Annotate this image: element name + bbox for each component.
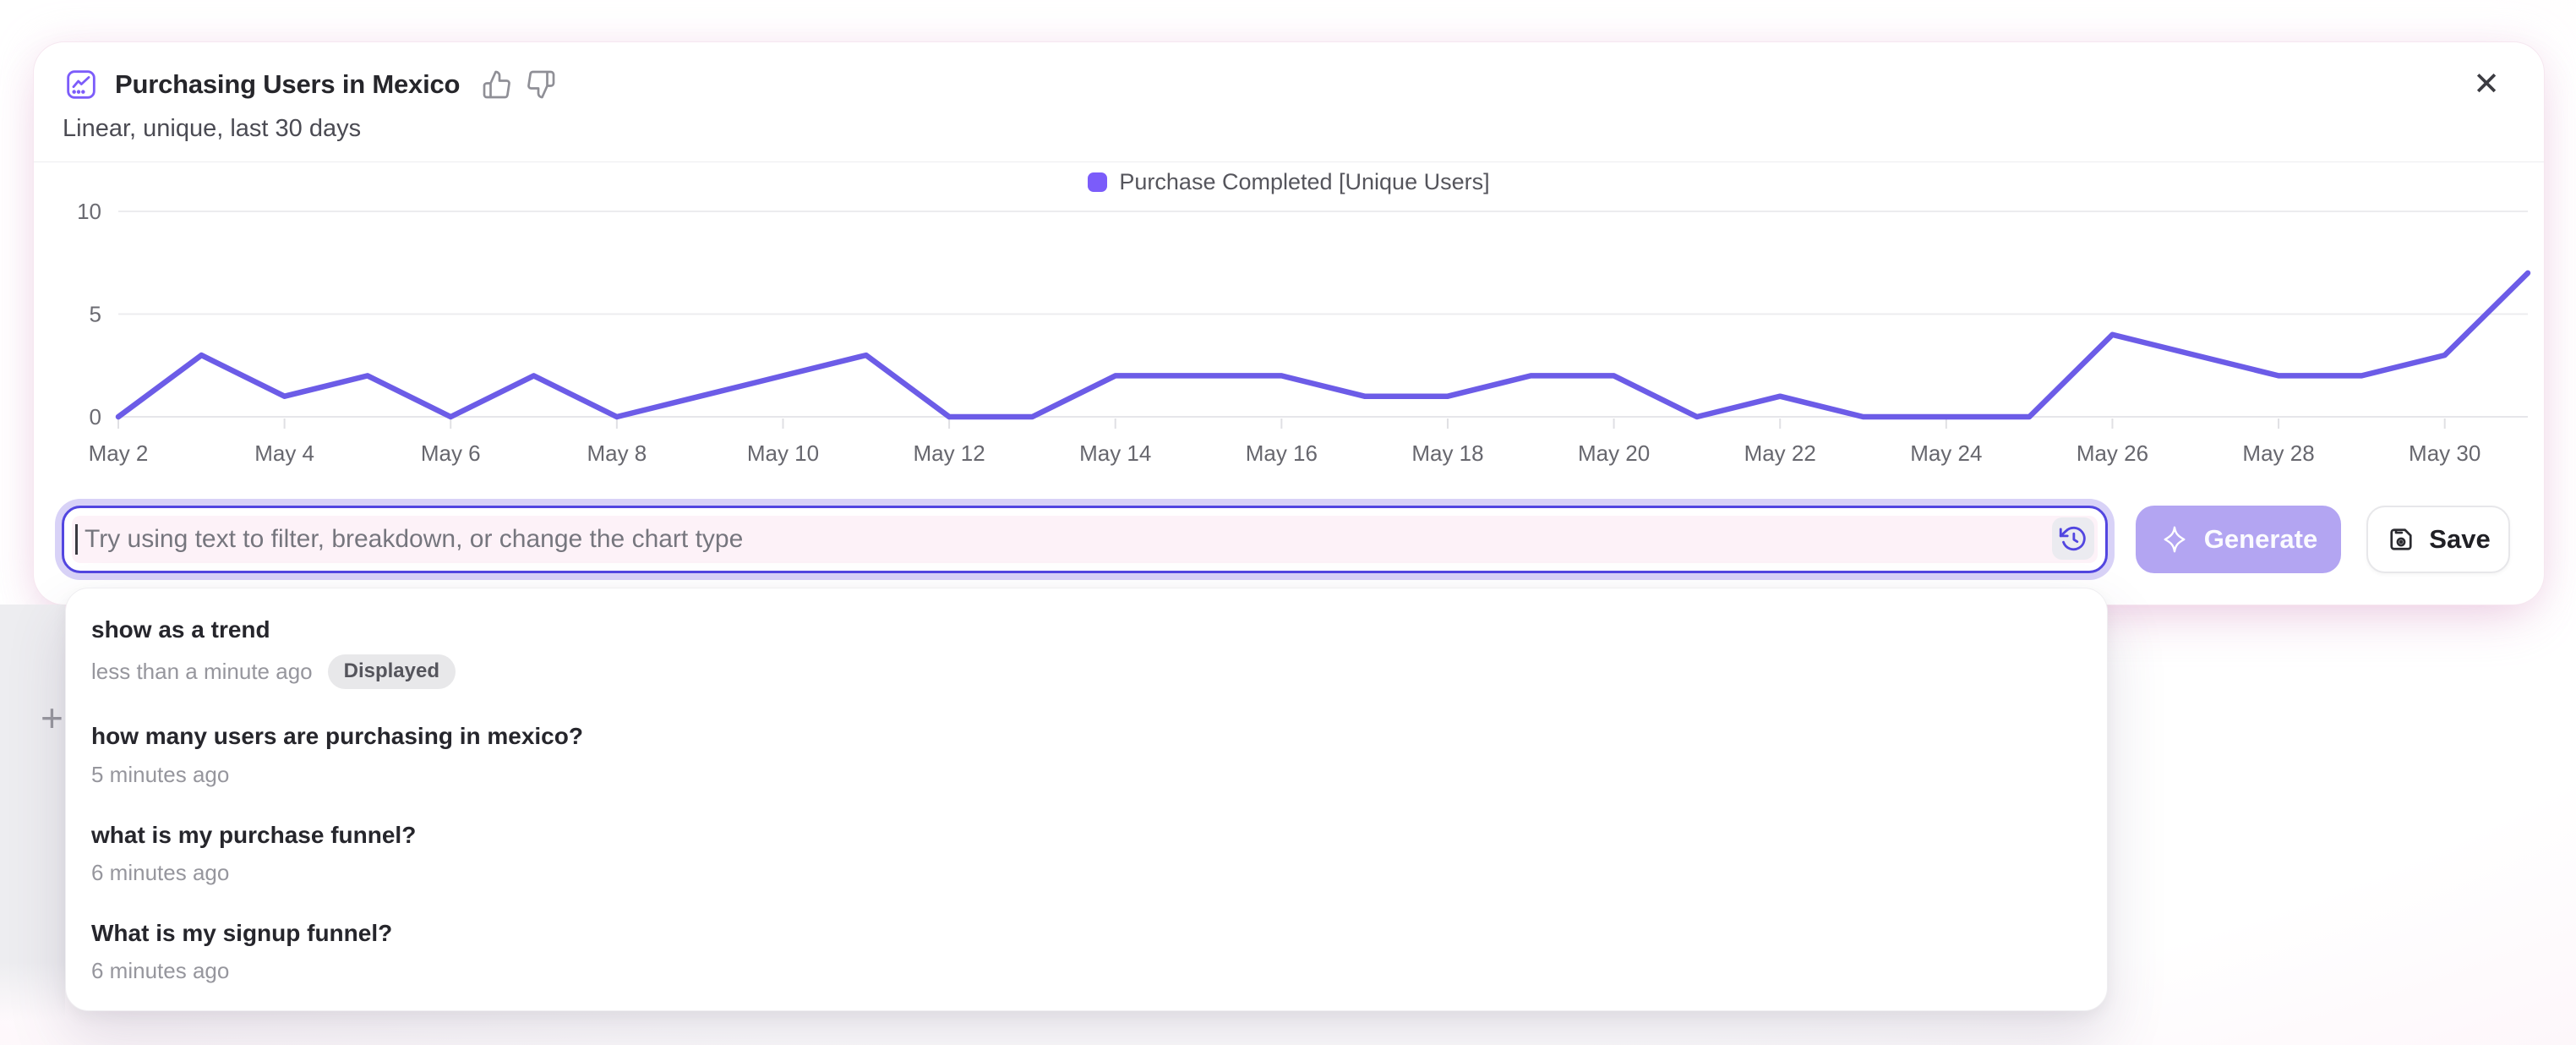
history-item[interactable]: show as a trend less than a minute ago D…	[66, 599, 2107, 705]
thumbs-down-icon	[526, 69, 556, 100]
history-icon	[2059, 524, 2088, 553]
thumbs-up-button[interactable]	[482, 69, 512, 100]
page-background-strip	[0, 605, 65, 1020]
legend-label: Purchase Completed [Unique Users]	[1119, 169, 1489, 195]
ai-prompt-input[interactable]	[62, 506, 2108, 573]
history-item[interactable]: what is my purchase funnel? 6 minutes ag…	[66, 804, 2107, 902]
chart-icon	[64, 68, 98, 101]
save-label: Save	[2429, 524, 2490, 555]
save-button[interactable]: Save	[2366, 506, 2510, 573]
add-icon[interactable]: +	[41, 698, 63, 737]
page-title: Purchasing Users in Mexico	[115, 69, 460, 100]
prompt-history-dropdown: show as a trend less than a minute ago D…	[65, 588, 2108, 1011]
text-caret	[75, 524, 78, 555]
legend-swatch	[1088, 172, 1107, 192]
history-time: 6 minutes ago	[91, 860, 229, 886]
thumbs-down-button[interactable]	[526, 69, 556, 100]
thumbs-up-icon	[482, 69, 512, 100]
history-item[interactable]: What is my signup funnel? 6 minutes ago	[66, 902, 2107, 1000]
history-meta: 5 minutes ago	[91, 762, 2082, 788]
history-query: what is my purchase funnel?	[91, 820, 2082, 851]
prompt-history-button[interactable]	[2052, 517, 2094, 560]
sparkle-icon	[2159, 524, 2190, 555]
card-header: Purchasing Users in Mexico	[64, 68, 556, 101]
chart-legend[interactable]: Purchase Completed [Unique Users]	[34, 169, 2544, 195]
history-query: What is my signup funnel?	[91, 918, 2082, 949]
history-meta: less than a minute ago Displayed	[91, 654, 2082, 689]
generate-label: Generate	[2204, 524, 2317, 555]
history-time: less than a minute ago	[91, 659, 313, 685]
close-icon: ✕	[2473, 67, 2500, 102]
history-query: show as a trend	[91, 615, 2082, 645]
close-button[interactable]: ✕	[2466, 64, 2507, 105]
history-query: how many users are purchasing in mexico?	[91, 721, 2082, 752]
chart-subtitle: Linear, unique, last 30 days	[63, 115, 361, 143]
history-item[interactable]: how many users are purchasing in mexico?…	[66, 705, 2107, 803]
displayed-badge: Displayed	[328, 654, 456, 689]
history-meta: 6 minutes ago	[91, 958, 2082, 984]
history-meta: 6 minutes ago	[91, 860, 2082, 886]
feedback-buttons	[482, 69, 556, 100]
header-divider	[34, 161, 2544, 162]
history-time: 6 minutes ago	[91, 958, 229, 984]
insight-card: Purchasing Users in Mexico ✕ Linear, uni…	[34, 42, 2544, 605]
save-icon	[2386, 524, 2416, 555]
history-time: 5 minutes ago	[91, 762, 229, 788]
generate-button[interactable]: Generate	[2136, 506, 2341, 573]
